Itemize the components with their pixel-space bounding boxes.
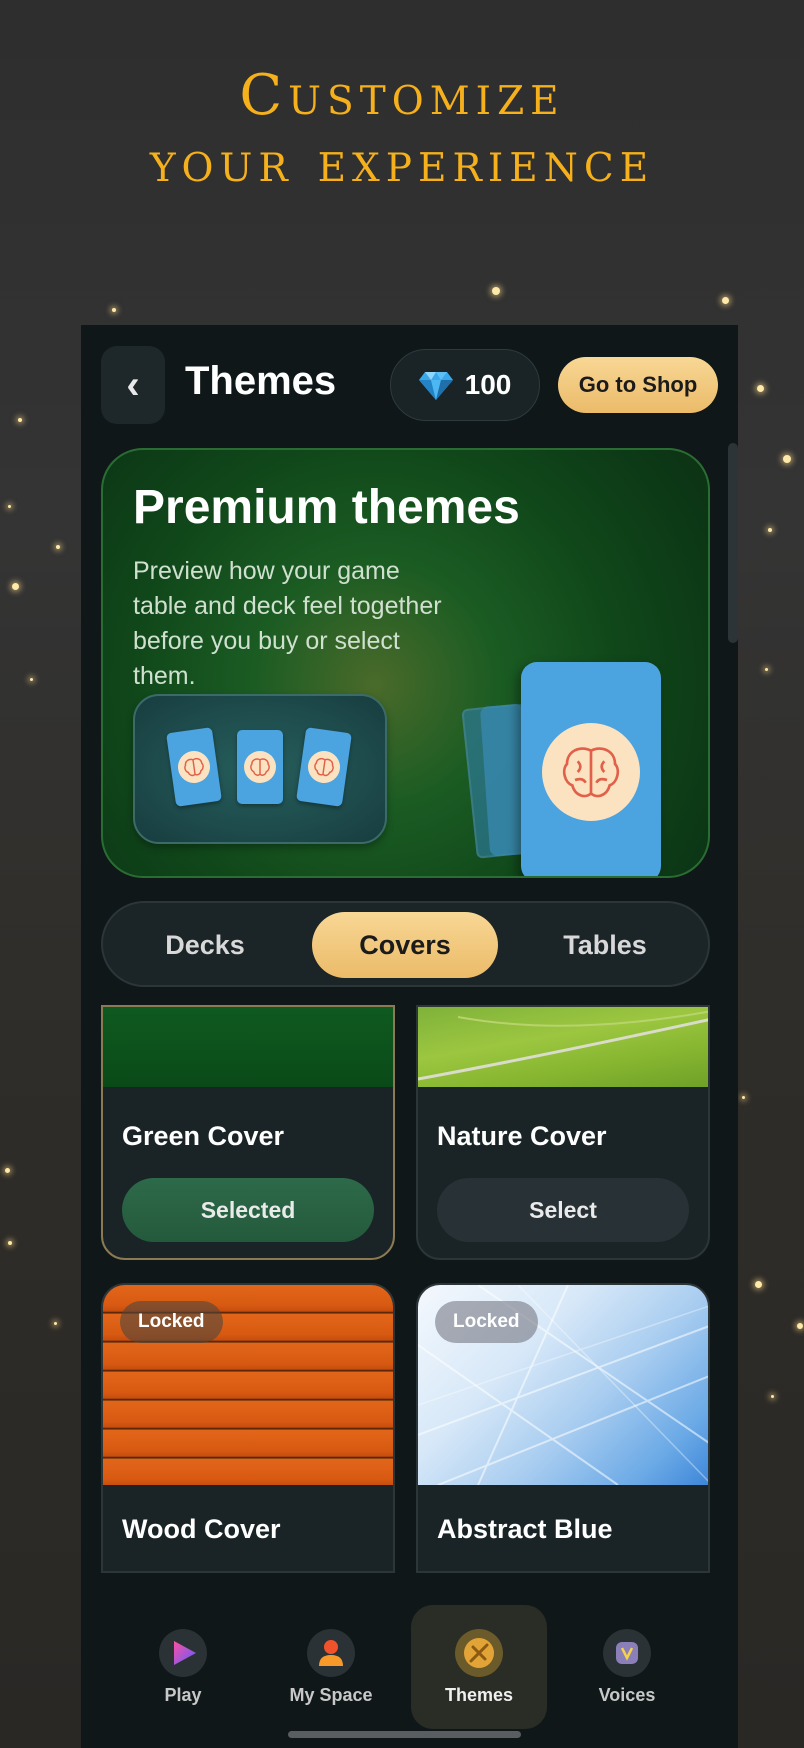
cover-name: Nature Cover [437, 1121, 607, 1151]
premium-themes-banner: Premium themes Preview how your game tab… [101, 448, 710, 878]
brain-icon [314, 757, 334, 777]
scrollbar[interactable] [728, 443, 738, 643]
person-icon [307, 1628, 355, 1677]
headline-line-2: your experience [149, 130, 655, 196]
deck-card-preview [237, 730, 283, 804]
tab-tables[interactable]: Tables [512, 912, 698, 978]
table-preview [133, 694, 387, 844]
back-button[interactable]: ‹ [101, 346, 165, 424]
cover-card-abstract-blue[interactable]: Locked Abstract Blue [416, 1283, 710, 1573]
locked-badge: Locked [120, 1301, 223, 1343]
home-indicator[interactable] [288, 1731, 521, 1738]
nav-label: My Space [289, 1684, 373, 1705]
cover-name: Wood Cover [122, 1514, 281, 1544]
nav-my-space[interactable]: My Space [263, 1605, 399, 1729]
gem-count: 100 [464, 369, 512, 400]
tab-covers[interactable]: Covers [312, 912, 498, 978]
cover-card-green[interactable]: Green Cover Selected [101, 1005, 395, 1260]
headline-line-1: Customize [239, 63, 565, 128]
theme-category-tabs: Decks Covers Tables [101, 901, 710, 987]
cover-card-nature[interactable]: Nature Cover Select [416, 1005, 710, 1260]
brush-icon [455, 1628, 503, 1677]
nature-cover-preview [418, 1007, 708, 1087]
cover-name: Abstract Blue [437, 1514, 613, 1544]
nav-play[interactable]: Play [115, 1605, 251, 1729]
phone-screen: ‹ Themes 100 Go to Shop Premium themes P… [81, 325, 738, 1748]
diamond-icon [418, 372, 453, 400]
cover-name: Green Cover [122, 1121, 285, 1151]
deck-card-large [521, 662, 661, 876]
play-icon [159, 1628, 207, 1677]
chevron-left-icon: ‹ [126, 362, 140, 407]
nav-label: Play [164, 1684, 202, 1705]
selected-button[interactable]: Selected [122, 1178, 374, 1242]
deck-card-preview [166, 727, 222, 807]
select-button[interactable]: Select [437, 1178, 689, 1242]
green-cover-preview [103, 1007, 393, 1087]
tab-decks[interactable]: Decks [112, 912, 298, 978]
locked-badge: Locked [435, 1301, 538, 1343]
banner-title: Premium themes [133, 481, 520, 534]
gem-balance: 100 [390, 349, 540, 421]
banner-description: Preview how your game table and deck fee… [133, 557, 442, 690]
cover-card-wood[interactable]: Locked Wood Cover [101, 1283, 395, 1573]
page-title: Themes [185, 359, 337, 403]
brain-icon [250, 758, 270, 776]
nav-themes[interactable]: Themes [411, 1605, 547, 1729]
voice-icon [603, 1628, 651, 1677]
go-to-shop-button[interactable]: Go to Shop [558, 357, 718, 413]
nav-voices[interactable]: Voices [559, 1605, 695, 1729]
brain-icon [562, 747, 620, 798]
top-bar: ‹ Themes 100 Go to Shop [101, 345, 718, 425]
bottom-navigation: Play My Space Themes Voices [101, 1605, 710, 1729]
nav-label: Themes [444, 1684, 514, 1705]
promo-headline: Customize your experience [0, 62, 804, 196]
nav-label: Voices [598, 1684, 656, 1705]
deck-card-preview [296, 727, 352, 807]
brain-icon [184, 757, 204, 777]
